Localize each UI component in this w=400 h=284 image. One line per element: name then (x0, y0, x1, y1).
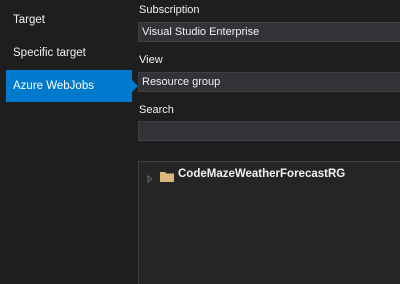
publish-dialog: Target Specific target Azure WebJobs Sub… (0, 0, 400, 284)
left-nav: Target Specific target Azure WebJobs (0, 0, 140, 284)
search-label: Search (139, 104, 174, 116)
tree-node-resource-group[interactable]: CodeMazeWeatherForecastRG (146, 166, 346, 183)
resource-tree[interactable]: CodeMazeWeatherForecastRG (138, 161, 400, 284)
nav-item-specific-target[interactable]: Specific target (6, 37, 132, 69)
tree-node-label: CodeMazeWeatherForecastRG (178, 168, 346, 180)
subscription-label: Subscription (139, 4, 200, 16)
view-dropdown[interactable]: Resource group (138, 72, 400, 92)
subscription-dropdown[interactable]: Visual Studio Enterprise (138, 22, 400, 42)
folder-icon (160, 169, 174, 182)
nav-item-target[interactable]: Target (6, 4, 132, 36)
search-input[interactable] (138, 121, 400, 141)
view-label: View (139, 54, 163, 66)
nav-item-azure-webjobs[interactable]: Azure WebJobs (6, 70, 138, 102)
expand-arrow-icon[interactable] (146, 170, 154, 183)
